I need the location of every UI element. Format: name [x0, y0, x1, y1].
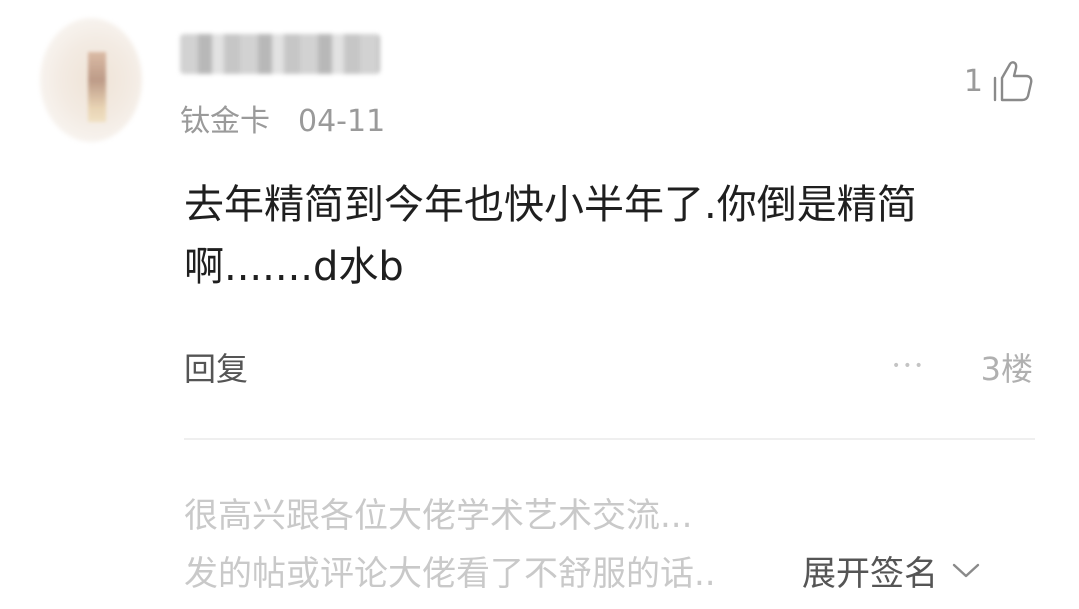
comment-text-line: 去年精简到今年也快小半年了.你倒是精简	[184, 182, 917, 228]
reply-button[interactable]: 回复	[184, 344, 248, 390]
like-count: 1	[963, 63, 983, 99]
avatar-figure	[88, 52, 106, 122]
more-options-icon[interactable]: •••	[892, 358, 926, 374]
comment-date: 04-11	[298, 104, 386, 139]
chevron-down-icon	[952, 563, 980, 577]
signature-line: 发的帖或评论大佬看了不舒服的话..	[184, 554, 716, 594]
thumbs-up-icon	[993, 61, 1033, 102]
expand-signature-label: 展开签名	[802, 554, 938, 594]
comment-text: 去年精简到今年也快小半年了.你倒是精简 啊.......d水b	[184, 174, 1024, 298]
divider	[184, 438, 1035, 440]
comment-text-line: 啊.......d水b	[184, 244, 404, 290]
expand-signature-button[interactable]: 展开签名	[802, 546, 980, 595]
comment-meta: 钛金卡 04-11	[180, 96, 385, 140]
member-badge: 钛金卡	[180, 104, 270, 139]
like-button[interactable]: 1	[964, 60, 1033, 102]
username-blurred[interactable]	[180, 34, 380, 74]
floor-number: 3楼	[980, 350, 1033, 388]
signature-line: 很高兴跟各位大佬学术艺术交流...	[184, 496, 693, 536]
